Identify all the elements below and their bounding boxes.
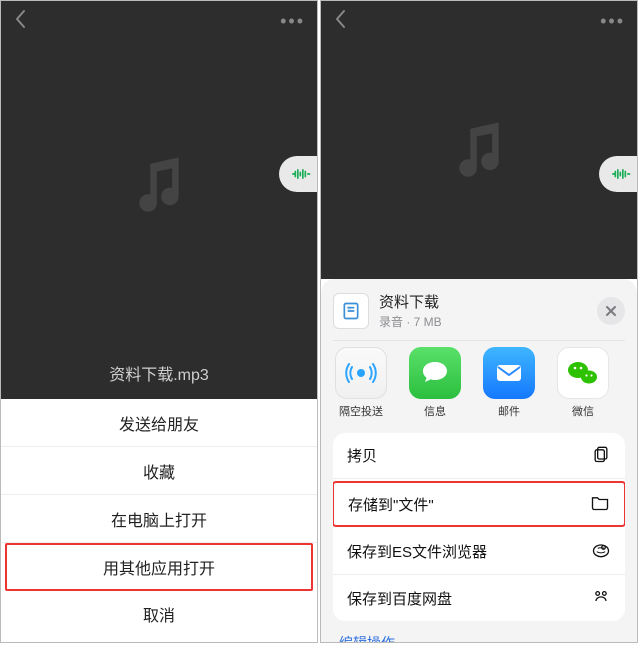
edit-actions-link[interactable]: 编辑操作... xyxy=(333,621,625,643)
play-pill-button[interactable] xyxy=(599,156,638,192)
wechat-icon xyxy=(557,347,609,399)
app-airdrop[interactable]: 隔空投送 xyxy=(333,347,389,419)
action-label: 保存到百度网盘 xyxy=(347,588,452,609)
file-meta: 资料下载 录音 · 7 MB xyxy=(379,291,442,330)
app-label: 信息 xyxy=(424,403,446,419)
more-icon[interactable]: ••• xyxy=(280,11,305,32)
app-label: 隔空投送 xyxy=(339,403,383,419)
music-note-icon xyxy=(444,115,514,190)
app-messages[interactable]: 信息 xyxy=(407,347,463,419)
music-note-icon xyxy=(124,151,194,226)
back-icon[interactable] xyxy=(333,9,347,34)
mail-icon xyxy=(483,347,535,399)
es-icon xyxy=(591,540,611,564)
file-title: 资料下载 xyxy=(379,291,442,312)
media-dark-area: ••• 资料下载.mp3 xyxy=(1,1,317,399)
file-subline: 录音 · 7 MB xyxy=(379,313,442,330)
sheet-favorite[interactable]: 收藏 xyxy=(1,447,317,495)
share-apps-row: 隔空投送 信息 邮件 xyxy=(333,340,625,429)
action-label: 保存到ES文件浏览器 xyxy=(347,541,487,562)
sheet-open-with-other-app[interactable]: 用其他应用打开 xyxy=(5,543,313,591)
app-label: 微信 xyxy=(572,403,594,419)
airdrop-icon xyxy=(335,347,387,399)
sheet-open-on-computer[interactable]: 在电脑上打开 xyxy=(1,495,317,543)
copy-icon xyxy=(591,444,611,468)
messages-icon xyxy=(409,347,461,399)
file-thumb-icon xyxy=(333,293,369,329)
action-copy[interactable]: 拷贝 xyxy=(333,433,625,479)
action-sheet: 发送给朋友 收藏 在电脑上打开 用其他应用打开 取消 xyxy=(1,399,317,637)
action-list: 拷贝 存储到"文件" 保存到ES文件浏览器 xyxy=(333,433,625,621)
action-label: 存储到"文件" xyxy=(348,494,434,515)
play-pill-button[interactable] xyxy=(279,156,318,192)
action-label: 拷贝 xyxy=(347,445,377,466)
action-save-to-baidu[interactable]: 保存到百度网盘 xyxy=(333,575,625,621)
file-name-label: 资料下载.mp3 xyxy=(1,361,317,385)
folder-icon xyxy=(590,492,610,516)
action-save-to-files[interactable]: 存储到"文件" xyxy=(333,481,625,527)
app-wechat[interactable]: 微信 xyxy=(555,347,611,419)
back-icon[interactable] xyxy=(13,9,27,34)
screen-right: ••• 资料下载 录音 · 7 MB xyxy=(320,0,638,643)
screen-left: ••• 资料下载.mp3 发送给朋友 收藏 在电脑上打开 用其他应用打开 取消 xyxy=(0,0,318,643)
sheet-send-to-friend[interactable]: 发送给朋友 xyxy=(1,399,317,447)
more-icon[interactable]: ••• xyxy=(600,11,625,32)
share-sheet: 资料下载 录音 · 7 MB 隔空投送 xyxy=(321,279,637,643)
sheet-cancel[interactable]: 取消 xyxy=(1,591,317,637)
share-header: 资料下载 录音 · 7 MB xyxy=(333,289,625,340)
media-dark-area: ••• xyxy=(321,1,637,279)
app-mail[interactable]: 邮件 xyxy=(481,347,537,419)
topbar: ••• xyxy=(321,1,637,41)
app-label: 邮件 xyxy=(498,403,520,419)
topbar: ••• xyxy=(1,1,317,41)
action-save-to-es[interactable]: 保存到ES文件浏览器 xyxy=(333,529,625,575)
close-button[interactable] xyxy=(597,297,625,325)
baidu-icon xyxy=(591,586,611,610)
